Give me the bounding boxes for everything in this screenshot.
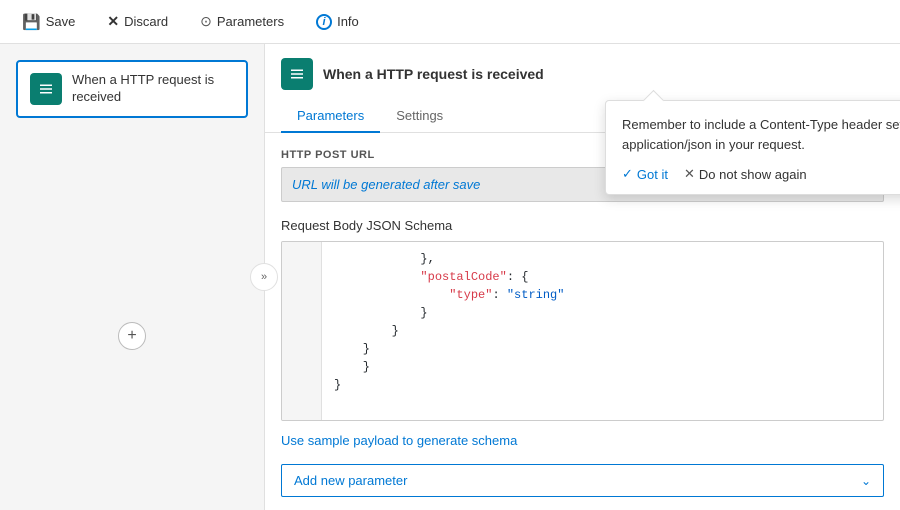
line-num xyxy=(282,322,321,340)
trigger-label: When a HTTP request is received xyxy=(72,72,234,106)
plus-icon: + xyxy=(127,327,136,345)
line-numbers xyxy=(282,242,322,420)
code-line: "type": "string" xyxy=(334,286,871,304)
panel-header-icon xyxy=(281,58,313,90)
line-num xyxy=(282,358,321,376)
save-icon: 💾 xyxy=(22,13,41,31)
trigger-icon xyxy=(30,73,62,105)
panel-http-icon xyxy=(288,65,306,83)
line-num xyxy=(282,394,321,412)
discard-button[interactable]: ✕ Discard xyxy=(101,9,174,34)
tooltip-popup: Remember to include a Content-Type heade… xyxy=(605,100,900,195)
code-line: } xyxy=(334,322,871,340)
line-num xyxy=(282,268,321,286)
line-num xyxy=(282,286,321,304)
save-label: Save xyxy=(46,14,76,29)
line-num xyxy=(282,304,321,322)
tab-settings[interactable]: Settings xyxy=(380,100,459,133)
sample-payload-link[interactable]: Use sample payload to generate schema xyxy=(281,433,517,448)
http-request-icon xyxy=(37,80,55,98)
code-editor: }, "postalCode": { "type": "string" } } … xyxy=(281,241,884,421)
no-show-label: Do not show again xyxy=(699,167,807,182)
line-num xyxy=(282,250,321,268)
info-label: Info xyxy=(337,14,359,29)
schema-label: Request Body JSON Schema xyxy=(281,218,884,233)
tooltip-actions: ✓ Got it ✕ Do not show again xyxy=(622,166,900,182)
add-param-label: Add new parameter xyxy=(294,473,407,488)
got-it-button[interactable]: ✓ Got it xyxy=(622,166,668,182)
code-line: } xyxy=(334,376,871,394)
do-not-show-button[interactable]: ✕ Do not show again xyxy=(684,166,807,182)
expand-arrow[interactable]: » xyxy=(250,263,278,291)
chevron-right-icon: » xyxy=(261,271,267,283)
code-line: } xyxy=(334,358,871,376)
left-panel: When a HTTP request is received » + xyxy=(0,44,265,510)
line-num xyxy=(282,376,321,394)
got-it-label: Got it xyxy=(637,167,668,182)
tab-parameters-label: Parameters xyxy=(297,108,364,123)
discard-label: Discard xyxy=(124,14,168,29)
chevron-down-icon: ⌄ xyxy=(861,474,871,488)
save-button[interactable]: 💾 Save xyxy=(16,9,81,35)
parameters-button[interactable]: ⊙ Parameters xyxy=(194,9,290,34)
info-icon: i xyxy=(316,14,332,30)
panel-header: When a HTTP request is received xyxy=(265,44,900,90)
code-line: }, xyxy=(334,250,871,268)
info-button[interactable]: i Info xyxy=(310,10,365,34)
code-line: } xyxy=(334,304,871,322)
discard-icon: ✕ xyxy=(107,13,119,30)
tab-settings-label: Settings xyxy=(396,108,443,123)
code-body[interactable]: }, "postalCode": { "type": "string" } } … xyxy=(322,242,883,420)
main-layout: When a HTTP request is received » + When… xyxy=(0,44,900,510)
code-line: "postalCode": { xyxy=(334,268,871,286)
tooltip-message: Remember to include a Content-Type heade… xyxy=(622,115,900,154)
parameters-icon: ⊙ xyxy=(200,13,212,30)
tab-parameters[interactable]: Parameters xyxy=(281,100,380,133)
line-num xyxy=(282,340,321,358)
code-line: } xyxy=(334,340,871,358)
trigger-card[interactable]: When a HTTP request is received xyxy=(16,60,248,118)
right-panel: When a HTTP request is received Remember… xyxy=(265,44,900,510)
check-icon: ✓ xyxy=(622,166,633,182)
parameters-label: Parameters xyxy=(217,14,284,29)
add-step-button[interactable]: + xyxy=(118,322,146,350)
code-content: }, "postalCode": { "type": "string" } } … xyxy=(282,242,883,420)
x-icon: ✕ xyxy=(684,166,695,182)
add-parameter-dropdown[interactable]: Add new parameter ⌄ xyxy=(281,464,884,497)
panel-title: When a HTTP request is received xyxy=(323,66,544,82)
toolbar: 💾 Save ✕ Discard ⊙ Parameters i Info xyxy=(0,0,900,44)
